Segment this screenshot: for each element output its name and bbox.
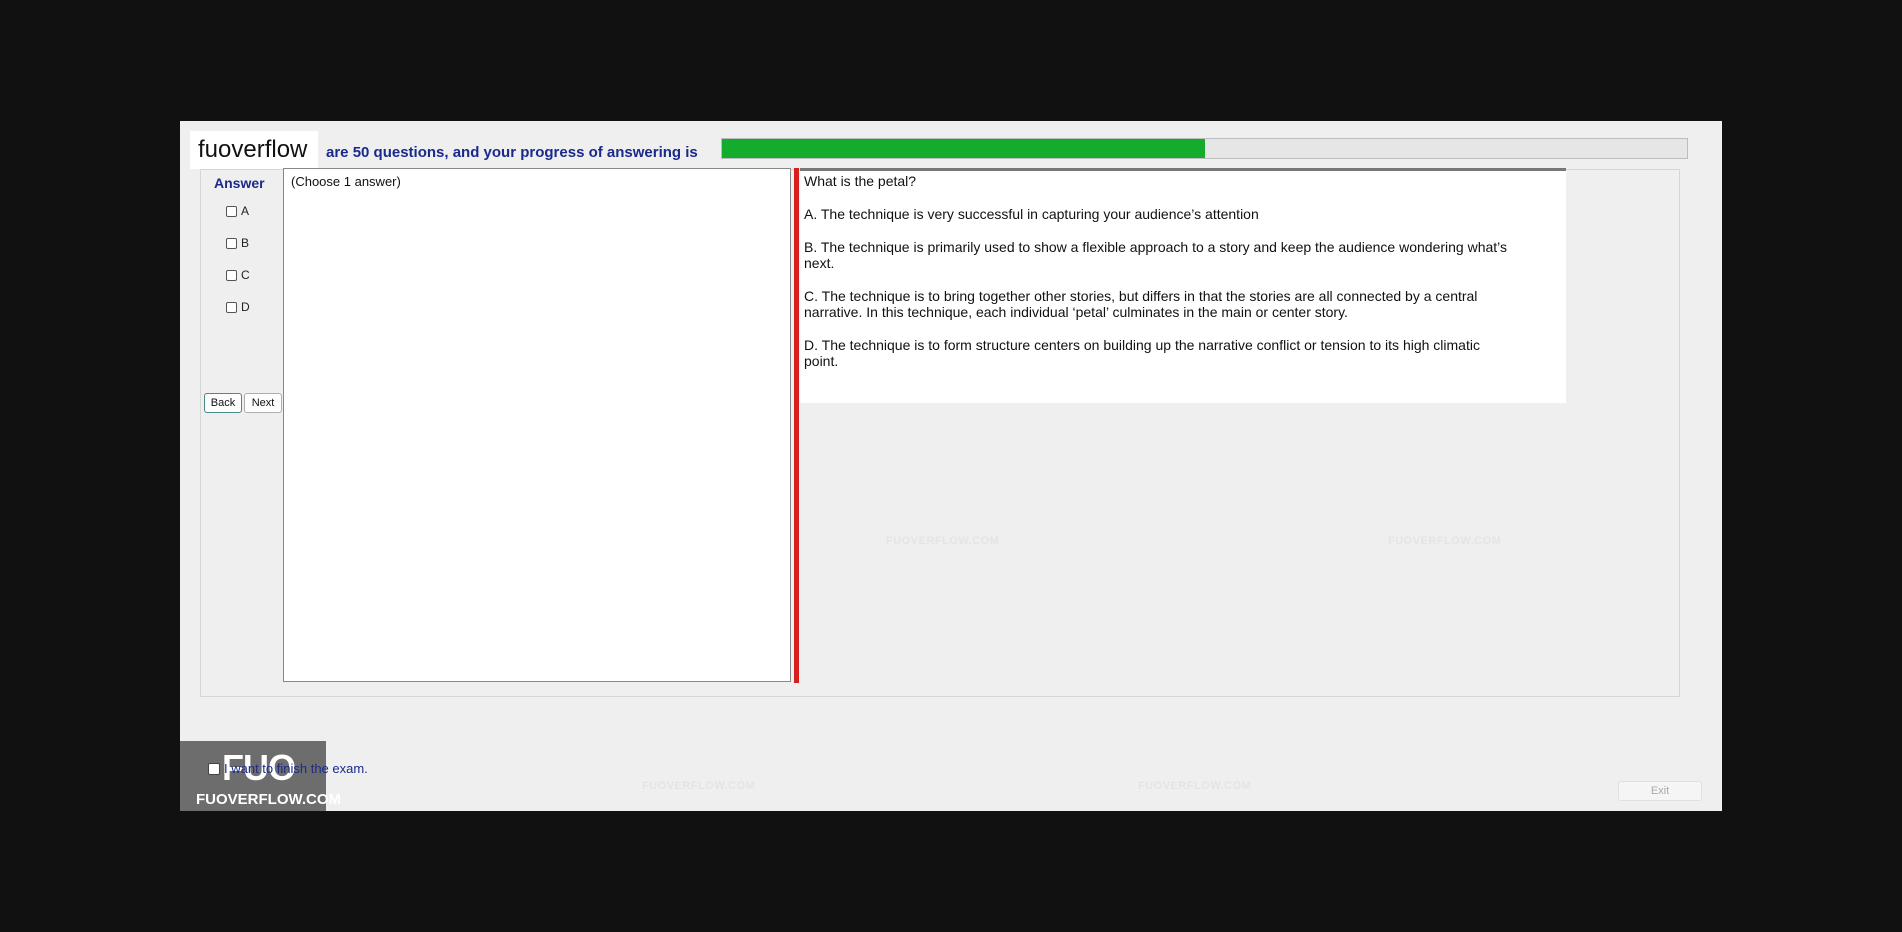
option-label: C — [241, 268, 250, 282]
footer-logo-block: FUO FUOVERFLOW.COM — [180, 741, 341, 811]
exit-button[interactable]: Exit — [1618, 781, 1702, 801]
panel-divider[interactable] — [794, 168, 799, 683]
finish-exam-label: I want to finish the exam. — [224, 761, 368, 776]
question-text: What is the petal? — [804, 173, 917, 189]
option-d-checkbox[interactable]: D — [226, 300, 250, 314]
choice-d: D. The technique is to form structure ce… — [804, 337, 1480, 369]
option-label: A — [241, 204, 250, 218]
choice-b: B. The technique is primarily used to sh… — [804, 239, 1508, 271]
answer-label: Answer — [214, 175, 265, 191]
option-a-checkbox[interactable]: A — [226, 204, 249, 218]
choice-c: C. The technique is to bring together ot… — [804, 288, 1478, 320]
exam-window: fuoverflow are 50 questions, and your pr… — [180, 121, 1722, 811]
checkbox-icon[interactable] — [226, 205, 237, 217]
progress-text: are 50 questions, and your progress of a… — [326, 144, 698, 161]
watermark-text: FUOVERFLOW.COM — [1388, 535, 1502, 547]
watermark-text: FUOVERFLOW.COM — [886, 535, 1000, 547]
choose-hint: (Choose 1 answer) — [291, 174, 401, 189]
finish-exam-checkbox[interactable] — [208, 763, 220, 775]
checkbox-icon[interactable] — [226, 301, 237, 313]
next-button[interactable]: Next — [244, 393, 282, 413]
brand-logo: fuoverflow — [190, 131, 318, 169]
option-b-checkbox[interactable]: B — [226, 236, 249, 250]
checkbox-icon[interactable] — [226, 237, 237, 249]
option-label: B — [241, 236, 250, 250]
fuoverflow-logo-text: FUOVERFLOW.COM — [196, 791, 341, 808]
watermark-text: FUOVERFLOW.COM — [642, 780, 756, 792]
watermark-text: FUOVERFLOW.COM — [1138, 780, 1252, 792]
option-label: D — [241, 300, 250, 314]
answer-area[interactable]: (Choose 1 answer) — [283, 168, 791, 682]
checkbox-icon[interactable] — [226, 269, 237, 281]
progress-bar-fill — [722, 139, 1205, 158]
question-area: What is the petal? A. The technique is v… — [800, 168, 1566, 403]
option-c-checkbox[interactable]: C — [226, 268, 250, 282]
back-button[interactable]: Back — [204, 393, 242, 413]
progress-bar — [721, 138, 1688, 159]
choice-a: A. The technique is very successful in c… — [804, 206, 1259, 222]
